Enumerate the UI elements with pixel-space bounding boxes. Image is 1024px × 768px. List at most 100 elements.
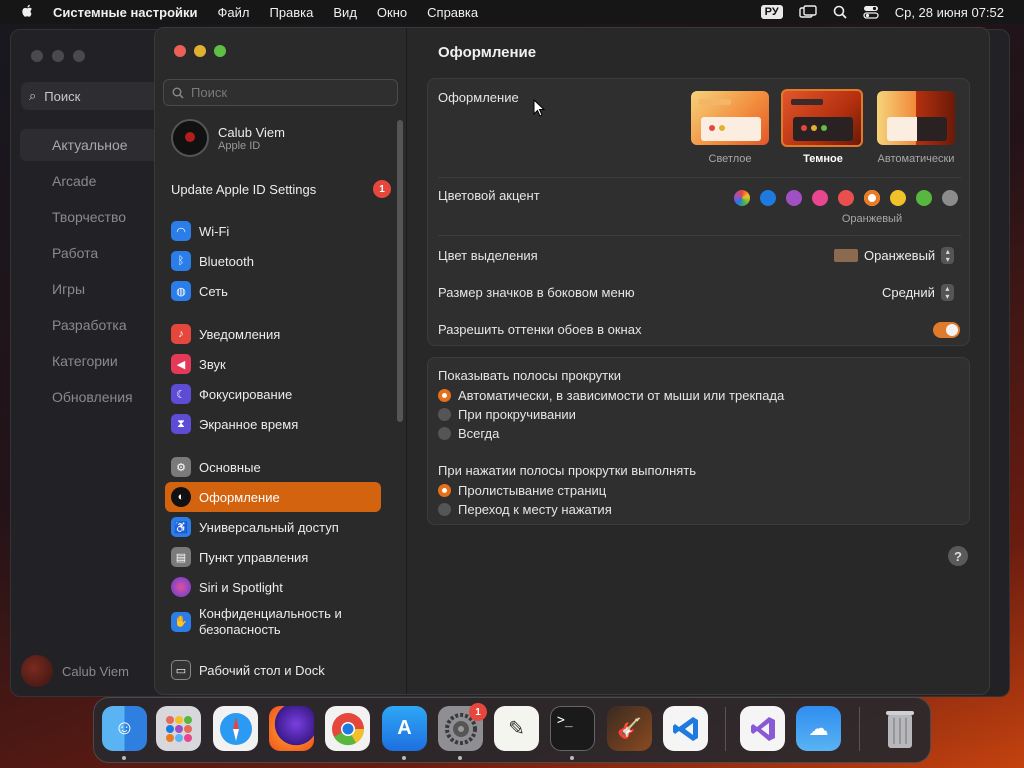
sidebar-item-siri-spotlight[interactable]: Siri и Spotlight xyxy=(165,572,381,602)
appearance-auto-thumbnail[interactable] xyxy=(877,91,955,145)
chrome-icon[interactable] xyxy=(325,706,370,751)
sidebar-item-screen-time[interactable]: ⧗ Экранное время xyxy=(165,409,381,439)
menu-edit[interactable]: Правка xyxy=(269,5,313,20)
app-store-account[interactable]: Calub Viem xyxy=(21,655,129,687)
notification-badge: 1 xyxy=(469,703,487,721)
menu-view[interactable]: Вид xyxy=(333,5,357,20)
appearance-settings-card: Оформление Светлое Темное Автоматически … xyxy=(427,78,970,346)
scrollbars-auto-radio[interactable]: Автоматически, в зависимости от мыши или… xyxy=(438,388,784,403)
weather-icon[interactable]: ☁ xyxy=(796,706,841,751)
sidebar-icon-size-popup[interactable]: Средний ▴ ▾ xyxy=(882,284,954,301)
account-name: Calub Viem xyxy=(218,124,285,140)
sidebar-scrollbar[interactable] xyxy=(397,120,403,422)
search-input[interactable]: Поиск xyxy=(163,79,398,106)
app-store-icon[interactable]: A xyxy=(382,706,427,751)
wallpaper-tinting-toggle[interactable] xyxy=(933,322,960,338)
account-subtitle: Apple ID xyxy=(218,139,261,152)
accent-yellow-swatch[interactable] xyxy=(890,190,906,206)
accent-purple-swatch[interactable] xyxy=(786,190,802,206)
divider xyxy=(438,235,961,236)
wallpaper-tinting-label: Разрешить оттенки обоев в окнах xyxy=(438,322,642,337)
app-store-nav-item[interactable]: Творчество xyxy=(20,201,160,233)
apple-menu-icon[interactable] xyxy=(17,4,37,21)
menu-help[interactable]: Справка xyxy=(427,5,478,20)
sidebar-item-wifi[interactable]: ◠ Wi-Fi xyxy=(165,216,381,246)
app-store-nav-item[interactable]: Arcade xyxy=(20,165,160,197)
search-icon: ⌕ xyxy=(29,88,37,103)
menu-window[interactable]: Окно xyxy=(377,5,407,20)
scrollbars-always-radio[interactable]: Всегда xyxy=(438,426,499,441)
screen-mirroring-icon[interactable] xyxy=(799,5,817,19)
siri-icon xyxy=(171,577,191,597)
click-next-page-radio[interactable]: Пролистывание страниц xyxy=(438,483,606,498)
sidebar-item-desktop-dock[interactable]: ▭ Рабочий стол и Dock xyxy=(165,655,381,685)
sidebar-item-general[interactable]: ⚙ Основные xyxy=(165,452,381,482)
divider xyxy=(438,177,961,178)
zoom-icon[interactable] xyxy=(214,45,226,57)
safari-icon[interactable] xyxy=(213,706,258,751)
input-source-indicator[interactable]: РУ xyxy=(760,5,783,19)
sidebar-item-control-center[interactable]: ▤ Пункт управления xyxy=(165,542,381,572)
accent-selected-name: Оранжевый xyxy=(841,213,903,225)
dock-divider xyxy=(859,707,860,751)
help-button[interactable]: ? xyxy=(948,546,968,566)
launchpad-icon[interactable] xyxy=(156,706,201,751)
menubar-clock[interactable]: Ср, 28 июня 07:52 xyxy=(895,5,1004,20)
highlight-color-popup[interactable]: Оранжевый ▴ ▾ xyxy=(834,247,955,264)
garageband-icon[interactable]: 🎸 xyxy=(607,706,652,751)
appearance-dark-thumbnail[interactable] xyxy=(781,89,863,147)
window-controls-inactive[interactable] xyxy=(31,50,85,62)
radio-icon xyxy=(438,427,451,440)
app-store-nav-item[interactable]: Актуальное xyxy=(20,129,160,161)
accent-multicolor-swatch[interactable] xyxy=(734,190,750,206)
chevron-updown-icon: ▴ ▾ xyxy=(941,247,955,264)
accent-red-swatch[interactable] xyxy=(838,190,854,206)
textedit-icon[interactable]: ✎ xyxy=(494,706,539,751)
appearance-light-thumbnail[interactable] xyxy=(691,91,769,145)
accent-blue-swatch[interactable] xyxy=(760,190,776,206)
menu-file[interactable]: Файл xyxy=(218,5,250,20)
sidebar-item-appearance[interactable]: ◐ Оформление xyxy=(165,482,381,512)
accent-green-swatch[interactable] xyxy=(916,190,932,206)
visual-studio-icon[interactable] xyxy=(740,706,785,751)
menu-app-name[interactable]: Системные настройки xyxy=(53,5,198,20)
appearance-label: Оформление xyxy=(438,90,519,105)
moon-icon: ☾ xyxy=(171,384,191,404)
radio-selected-icon xyxy=(438,484,451,497)
click-jump-spot-radio[interactable]: Переход к месту нажатия xyxy=(438,502,612,517)
app-store-nav-item[interactable]: Обновления xyxy=(20,381,160,413)
scrollbars-scrolling-radio[interactable]: При прокручивании xyxy=(438,407,576,422)
avatar xyxy=(21,655,53,687)
app-store-nav-item[interactable]: Категории xyxy=(20,345,160,377)
firefox-icon[interactable] xyxy=(269,706,314,751)
sidebar-item-focus[interactable]: ☾ Фокусирование xyxy=(165,379,381,409)
sidebar-item-notifications[interactable]: ♪ Уведомления xyxy=(165,319,381,349)
running-indicator xyxy=(570,756,574,760)
terminal-icon[interactable]: >_ xyxy=(550,706,595,751)
app-store-nav-item[interactable]: Работа xyxy=(20,237,160,269)
sidebar-item-privacy-security[interactable]: ✋ Конфиденциальность и безопасность xyxy=(165,604,381,640)
update-apple-id-item[interactable]: Update Apple ID Settings 1 xyxy=(171,180,391,198)
accent-orange-swatch[interactable] xyxy=(864,190,880,206)
vscode-icon[interactable] xyxy=(663,706,708,751)
bluetooth-icon: ᛒ xyxy=(171,251,191,271)
finder-icon[interactable]: ☺ xyxy=(102,706,147,751)
app-store-nav-item[interactable]: Разработка xyxy=(20,309,160,341)
sidebar-item-network[interactable]: ◍ Сеть xyxy=(165,276,381,306)
apple-id-account[interactable]: Calub Viem Apple ID xyxy=(171,119,285,157)
accent-pink-swatch[interactable] xyxy=(812,190,828,206)
app-store-nav-item[interactable]: Игры xyxy=(20,273,160,305)
accent-graphite-swatch[interactable] xyxy=(942,190,958,206)
trash-icon[interactable] xyxy=(877,706,922,751)
sidebar-icon-size-label: Размер значков в боковом меню xyxy=(438,285,635,300)
spotlight-search-icon[interactable] xyxy=(833,5,847,19)
app-store-search[interactable]: ⌕ Поиск xyxy=(21,82,161,110)
control-center-icon[interactable] xyxy=(863,5,879,19)
sidebar-item-sound[interactable]: ◀ Звук xyxy=(165,349,381,379)
sidebar-item-bluetooth[interactable]: ᛒ Bluetooth xyxy=(165,246,381,276)
sidebar-item-accessibility[interactable]: ♿ Универсальный доступ xyxy=(165,512,381,542)
minimize-icon[interactable] xyxy=(194,45,206,57)
show-scrollbars-label: Показывать полосы прокрутки xyxy=(438,368,622,383)
close-icon[interactable] xyxy=(174,45,186,57)
dock-icon: ▭ xyxy=(171,660,191,680)
